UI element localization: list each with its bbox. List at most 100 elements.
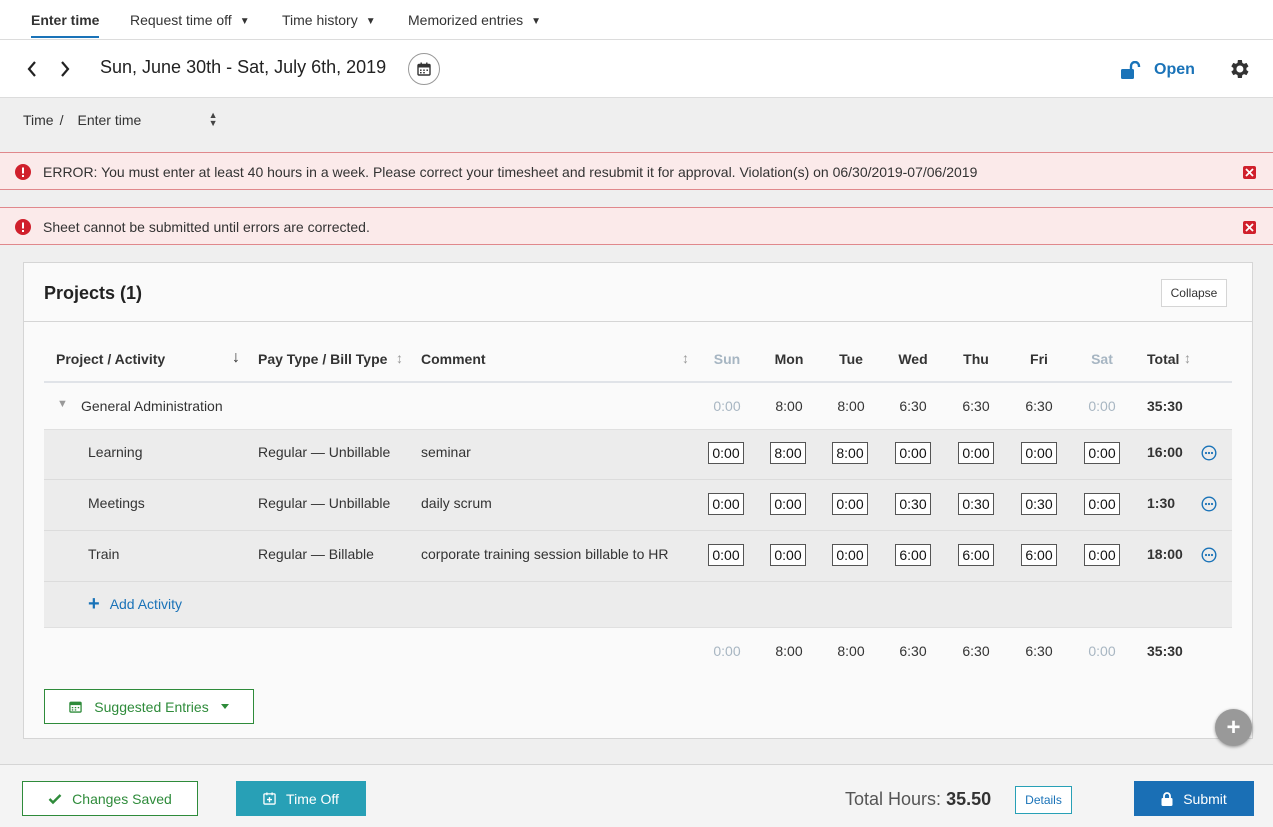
activity-total: 1:30: [1147, 495, 1176, 511]
tab-label: Enter time: [31, 12, 100, 28]
time-input[interactable]: 0:30: [958, 493, 994, 515]
activity-paytype: Regular — Unbillable: [258, 495, 391, 511]
submit-button[interactable]: Submit: [1134, 781, 1254, 816]
time-input[interactable]: 0:00: [1084, 442, 1120, 464]
activity-comment[interactable]: corporate training session billable to H…: [421, 546, 668, 562]
expand-triangle-icon[interactable]: ▼: [57, 398, 68, 410]
row-divider: [44, 479, 1232, 480]
suggested-entries-button[interactable]: Suggested Entries: [44, 689, 254, 724]
breadcrumb-select[interactable]: Enter time ▲ ▼: [77, 111, 217, 129]
calendar-plus-icon: [263, 792, 276, 805]
settings-button[interactable]: [1227, 57, 1251, 81]
header-divider: [44, 381, 1232, 383]
activity-total: 18:00: [1147, 546, 1183, 562]
sort-icon[interactable]: ↕: [1184, 350, 1191, 366]
time-input[interactable]: 0:00: [895, 442, 931, 464]
submit-label: Submit: [1183, 790, 1227, 807]
time-input[interactable]: 0:00: [958, 442, 994, 464]
time-input[interactable]: 6:00: [958, 544, 994, 566]
sort-icon[interactable]: ↕: [682, 350, 689, 366]
time-off-button[interactable]: Time Off: [236, 781, 366, 816]
alert-message: ERROR: You must enter at least 40 hours …: [43, 164, 978, 180]
time-input[interactable]: 0:00: [770, 493, 806, 515]
ellipsis-circle-icon: [1201, 496, 1217, 512]
projects-title: Projects (1): [44, 283, 143, 303]
collapse-button[interactable]: Collapse: [1161, 279, 1227, 307]
date-bar: Sun, June 30th - Sat, July 6th, 2019 Ope…: [0, 40, 1273, 98]
column-header-thu: Thu: [963, 351, 989, 367]
activity-comment[interactable]: daily scrum: [421, 495, 492, 511]
more-options-button[interactable]: [1201, 445, 1217, 461]
time-input[interactable]: 0:00: [1084, 493, 1120, 515]
column-header-comment[interactable]: Comment: [421, 351, 486, 367]
time-input[interactable]: 6:00: [1021, 544, 1057, 566]
column-header-total[interactable]: Total: [1147, 351, 1179, 367]
error-alert: Sheet cannot be submitted until errors a…: [0, 207, 1273, 245]
time-input[interactable]: 0:00: [832, 544, 868, 566]
column-header-paytype[interactable]: Pay Type / Bill Type: [258, 351, 387, 367]
time-input[interactable]: 6:00: [895, 544, 931, 566]
plus-icon: +: [88, 593, 100, 615]
time-input[interactable]: 0:00: [708, 493, 744, 515]
day-total: 6:30: [1025, 643, 1053, 659]
sort-icon[interactable]: ↕: [396, 350, 403, 366]
column-header-wed: Wed: [898, 351, 928, 367]
top-nav: Enter time Request time off ▼ Time histor…: [0, 0, 1273, 40]
activity-paytype: Regular — Billable: [258, 546, 374, 562]
dismiss-alert-button[interactable]: [1243, 221, 1256, 234]
time-input[interactable]: 0:00: [708, 442, 744, 464]
time-input[interactable]: 0:00: [708, 544, 744, 566]
calendar-icon: [69, 701, 83, 713]
dismiss-alert-button[interactable]: [1243, 166, 1256, 179]
tab-memorized-entries[interactable]: Memorized entries ▼: [408, 0, 541, 40]
details-button[interactable]: Details: [1015, 786, 1072, 814]
day-total: 0:00: [713, 643, 741, 659]
changes-saved-label: Changes Saved: [72, 790, 172, 807]
time-input[interactable]: 0:00: [1084, 544, 1120, 566]
time-input[interactable]: 8:00: [832, 442, 868, 464]
caret-down-icon: ▼: [365, 16, 376, 27]
changes-saved-button[interactable]: Changes Saved: [22, 781, 198, 816]
activity-name: Train: [88, 546, 120, 562]
time-input[interactable]: 0:00: [1021, 442, 1057, 464]
row-divider: [44, 581, 1232, 582]
projects-panel-header: Projects (1) Collapse: [24, 263, 1252, 322]
tab-request-time-off[interactable]: Request time off ▼: [130, 0, 250, 40]
calendar-button[interactable]: [408, 53, 440, 85]
time-input[interactable]: 0:00: [832, 493, 868, 515]
activity-comment[interactable]: seminar: [421, 444, 471, 460]
tab-time-history[interactable]: Time history ▼: [282, 0, 376, 40]
prev-week-button[interactable]: [22, 57, 42, 81]
add-activity-button[interactable]: + Add Activity: [88, 593, 182, 615]
grand-total: 35:30: [1147, 643, 1183, 659]
tab-enter-time[interactable]: Enter time: [31, 0, 100, 40]
error-alert: ERROR: You must enter at least 40 hours …: [0, 152, 1273, 190]
more-options-button[interactable]: [1201, 496, 1217, 512]
day-total: 0:00: [1088, 643, 1116, 659]
add-fab-button[interactable]: +: [1215, 709, 1252, 746]
project-name: General Administration: [81, 398, 223, 414]
column-header-sat: Sat: [1091, 351, 1113, 367]
time-input[interactable]: 0:30: [895, 493, 931, 515]
time-input[interactable]: 0:00: [770, 544, 806, 566]
activity-name: Meetings: [88, 495, 145, 511]
time-input[interactable]: 0:30: [1021, 493, 1057, 515]
plus-icon: +: [1226, 713, 1241, 741]
sheet-status[interactable]: Open: [1120, 58, 1195, 82]
row-divider: [44, 530, 1232, 531]
group-day-total: 6:30: [962, 398, 990, 414]
group-day-total: 6:30: [899, 398, 927, 414]
time-input[interactable]: 8:00: [770, 442, 806, 464]
breadcrumb-root[interactable]: Time: [23, 112, 54, 128]
group-day-total: 8:00: [775, 398, 803, 414]
total-hours-value: 35.50: [946, 789, 992, 809]
time-off-label: Time Off: [286, 790, 339, 807]
check-icon: [48, 793, 62, 804]
lock-icon: [1161, 791, 1173, 806]
ellipsis-circle-icon: [1201, 547, 1217, 563]
column-header-project[interactable]: Project / Activity: [56, 351, 165, 367]
day-total: 6:30: [962, 643, 990, 659]
more-options-button[interactable]: [1201, 547, 1217, 563]
next-week-button[interactable]: [55, 57, 75, 81]
sort-down-icon[interactable]: ↓: [232, 349, 240, 367]
